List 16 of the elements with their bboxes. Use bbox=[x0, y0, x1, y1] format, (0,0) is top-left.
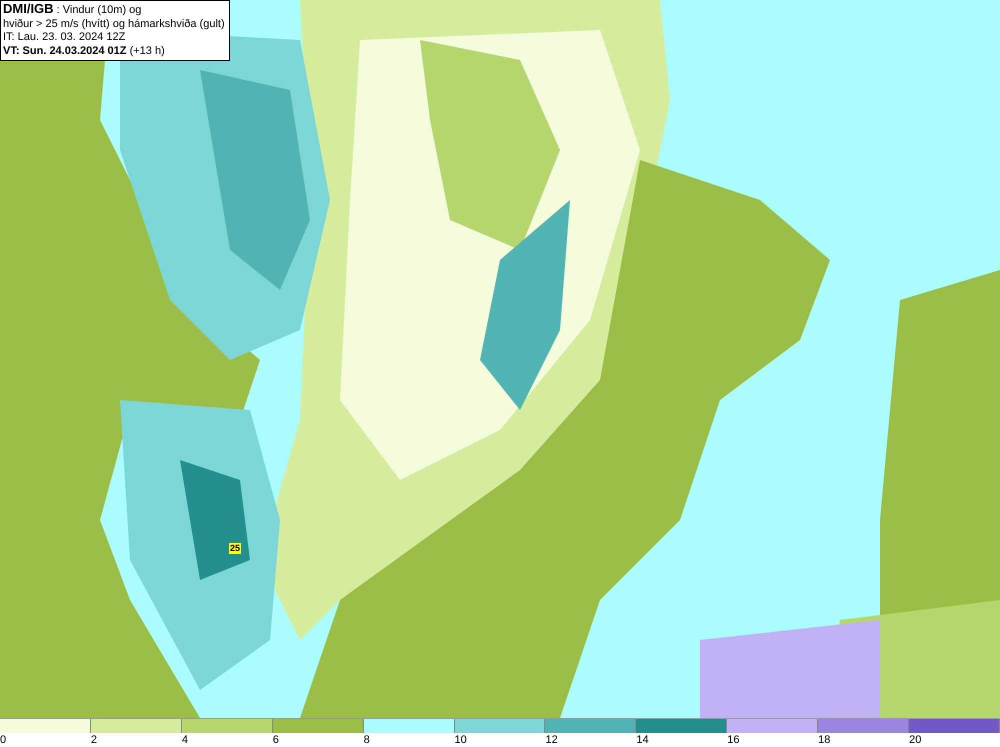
legend-tick-label: 12 bbox=[545, 733, 558, 747]
gust-label: 25 bbox=[229, 543, 242, 554]
title-line: VT: Sun. 24.03.2024 01Z (+13 h) bbox=[3, 44, 166, 58]
title-line: DMI/IGB : Vindur (10m) og bbox=[3, 2, 142, 18]
legend-tick-label: 2 bbox=[90, 733, 98, 747]
legend-tick-label: 6 bbox=[272, 733, 279, 747]
legend-tick-label: 8 bbox=[364, 733, 370, 747]
legend-tick-label: 16 bbox=[727, 733, 740, 747]
legend-tick-label: 20 bbox=[909, 733, 922, 747]
title-line: hviður > 25 m/s (hvítt) og hámarkshviða (gult) bbox=[3, 18, 225, 31]
legend-tick-label: 18 bbox=[818, 733, 830, 747]
title-line: IT: Lau. 23. 03. 2024 12Z bbox=[3, 31, 126, 44]
legend-tick-label: 10 bbox=[454, 733, 467, 747]
legend-tick-label: 14 bbox=[636, 733, 649, 747]
legend-tick-label: 0 bbox=[0, 733, 6, 747]
legend-tick-label: 4 bbox=[182, 733, 188, 747]
